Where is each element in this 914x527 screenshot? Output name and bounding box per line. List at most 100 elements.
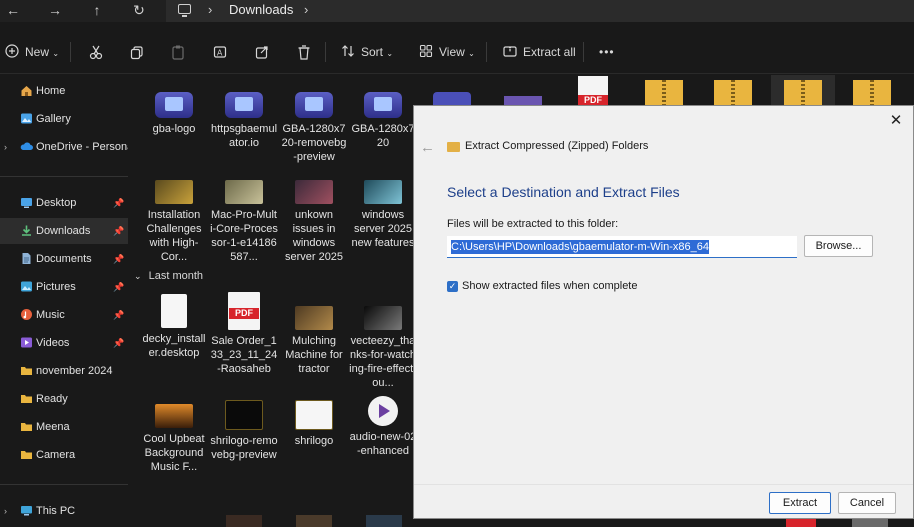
chevron-right-icon[interactable]: ›: [4, 498, 7, 524]
pdf-icon: [228, 292, 260, 330]
destination-label: Files will be extracted to this folder:: [447, 218, 619, 230]
zip-folder-icon: [503, 46, 517, 57]
file-item[interactable]: shrilogo-removebg-preview: [210, 400, 278, 462]
file-item[interactable]: Sale Order_133_23_11_24-Raosaheb: [210, 292, 278, 376]
extract-all-button[interactable]: Extract all: [503, 43, 576, 61]
up-arrow-icon: ↑: [93, 2, 101, 18]
forward-button[interactable]: →: [42, 0, 68, 20]
pin-icon[interactable]: 📌: [113, 274, 124, 300]
file-item[interactable]: Mac-Pro-Multi-Core-Processor-1-e14186587…: [210, 180, 278, 264]
new-button[interactable]: New ⌄: [5, 43, 59, 61]
sidebar-item-november-2024[interactable]: november 2024: [0, 358, 128, 384]
close-icon: ✕: [889, 112, 903, 129]
image-thumbnail: [225, 180, 263, 204]
file-item[interactable]: GBA-1280x720-removebg-preview: [280, 92, 348, 164]
sidebar-item-this-pc[interactable]: › This PC: [0, 498, 128, 524]
sidebar-item-music[interactable]: Music 📌: [0, 302, 128, 328]
cloud-icon: [20, 142, 33, 150]
chevron-right-icon[interactable]: ›: [208, 2, 212, 17]
file-item[interactable]: windows server 2025 new features: [349, 180, 417, 250]
zip-folder-icon: [853, 80, 891, 106]
file-item[interactable]: gba-logo: [140, 92, 208, 136]
file-item[interactable]: Installation Challenges with High-Cor...: [140, 180, 208, 264]
folder-icon: [21, 367, 32, 375]
pin-icon[interactable]: 📌: [113, 190, 124, 216]
download-icon: [22, 225, 31, 236]
path-box[interactable]: › Downloads ›: [166, 0, 914, 22]
paste-icon[interactable]: [171, 43, 185, 61]
back-button[interactable]: ←: [420, 139, 435, 156]
pin-icon[interactable]: 📌: [113, 218, 124, 244]
rename-icon[interactable]: A: [213, 43, 227, 61]
group-header-last-month[interactable]: ⌄ Last month: [134, 270, 203, 282]
image-thumbnail: [295, 400, 333, 430]
image-thumbnail: [155, 180, 193, 204]
file-item[interactable]: Cool Upbeat Background Music F...: [140, 404, 208, 474]
image-thumbnail: [226, 515, 262, 527]
file-item[interactable]: decky_installer.desktop: [140, 294, 208, 360]
cancel-button[interactable]: Cancel: [838, 492, 896, 514]
cut-icon[interactable]: [89, 43, 103, 61]
back-button[interactable]: ←: [0, 0, 26, 20]
toolbar-divider: [325, 42, 326, 62]
chevron-right-icon[interactable]: ›: [4, 134, 7, 160]
sidebar-item-gallery[interactable]: Gallery: [0, 106, 128, 132]
image-thumbnail: [364, 180, 402, 204]
gba-thumbnail: [364, 92, 402, 118]
view-button[interactable]: View ⌄: [419, 43, 475, 61]
video-thumbnail: [364, 306, 402, 330]
destination-path-input[interactable]: C:\Users\HP\Downloads\gbaemulator-m-Win-…: [447, 236, 797, 258]
sidebar-item-ready[interactable]: Ready: [0, 386, 128, 412]
copy-icon[interactable]: [130, 43, 144, 61]
sidebar-divider: [0, 484, 128, 485]
zip-folder-icon: [447, 142, 460, 152]
desktop-icon: [21, 198, 32, 208]
sidebar-item-meena[interactable]: Meena: [0, 414, 128, 440]
file-item[interactable]: audio-new-02-enhanced: [349, 396, 417, 458]
up-button[interactable]: ↑: [84, 0, 110, 20]
sort-label: Sort: [361, 45, 384, 59]
close-button[interactable]: ✕: [886, 112, 906, 130]
destination-path-text: C:\Users\HP\Downloads\gbaemulator-m-Win-…: [451, 240, 709, 254]
pin-icon[interactable]: 📌: [113, 246, 124, 272]
sidebar-item-home[interactable]: Home: [0, 78, 128, 104]
toolbar-divider: [486, 42, 487, 62]
sort-button[interactable]: Sort ⌄: [341, 43, 393, 61]
sidebar-item-videos[interactable]: Videos 📌: [0, 330, 128, 356]
file-item[interactable]: shrilogo: [280, 400, 348, 448]
sidebar-item-desktop[interactable]: Desktop 📌: [0, 190, 128, 216]
sidebar-divider: [0, 176, 128, 177]
delete-icon[interactable]: [297, 43, 311, 61]
show-files-label[interactable]: Show extracted files when complete: [462, 280, 637, 292]
pdf-icon: PDF: [578, 76, 608, 105]
sidebar-item-camera[interactable]: Camera: [0, 442, 128, 468]
file-item[interactable]: vecteezy_thanks-for-watching-fire-effect…: [349, 306, 417, 390]
chevron-down-icon: ⌄: [134, 271, 142, 281]
refresh-button[interactable]: ↻: [126, 0, 152, 20]
sidebar-item-pictures[interactable]: Pictures 📌: [0, 274, 128, 300]
pin-icon[interactable]: 📌: [113, 330, 124, 356]
breadcrumb-downloads[interactable]: Downloads: [229, 2, 293, 17]
show-files-checkbox[interactable]: ✓: [447, 281, 458, 292]
sidebar-item-onedrive[interactable]: › OneDrive - Persona: [0, 134, 128, 160]
pin-icon[interactable]: 📌: [113, 302, 124, 328]
browse-button[interactable]: Browse...: [804, 235, 873, 257]
file-item[interactable]: Mulching Machine for tractor: [280, 306, 348, 376]
share-icon[interactable]: [255, 43, 269, 61]
chevron-right-icon[interactable]: ›: [304, 2, 308, 17]
file-item[interactable]: unkown issues in windows server 2025: [280, 180, 348, 264]
file-item[interactable]: httpsgbaemulator.io: [210, 92, 278, 150]
file-item[interactable]: GBA-1280x720: [349, 92, 417, 150]
extract-dialog: ✕ ← Extract Compressed (Zipped) Folders …: [413, 105, 914, 519]
extract-button[interactable]: Extract: [769, 492, 831, 514]
sidebar-item-downloads[interactable]: Downloads 📌: [0, 218, 128, 244]
zip-folder-icon[interactable]: [784, 80, 822, 106]
extract-all-label: Extract all: [523, 45, 576, 59]
more-options-button[interactable]: •••: [599, 43, 615, 61]
music-icon: [21, 309, 32, 320]
image-thumbnail: [295, 306, 333, 330]
sidebar-item-documents[interactable]: Documents 📌: [0, 246, 128, 272]
forward-arrow-icon: →: [48, 2, 62, 18]
view-label: View: [439, 45, 465, 59]
chevron-down-icon: ⌄: [52, 49, 60, 58]
